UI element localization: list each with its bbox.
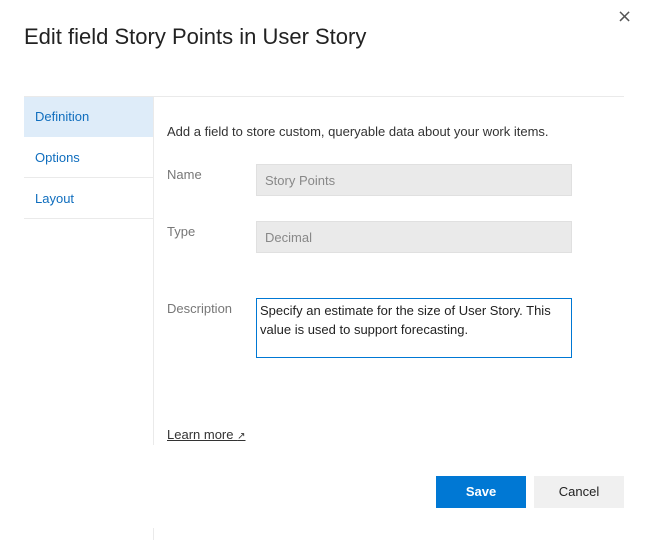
description-textarea[interactable]: Specify an estimate for the size of User… xyxy=(256,298,572,358)
save-button[interactable]: Save xyxy=(436,476,526,508)
name-field[interactable]: Story Points xyxy=(256,164,572,196)
learn-more-link[interactable]: Learn more ↗ xyxy=(167,427,246,442)
nav-item-options[interactable]: Options xyxy=(24,138,153,178)
intro-text: Add a field to store custom, queryable d… xyxy=(167,124,549,139)
nav-item-definition[interactable]: Definition xyxy=(24,97,153,137)
name-label: Name xyxy=(167,167,202,182)
divider xyxy=(153,97,154,445)
cancel-button[interactable]: Cancel xyxy=(534,476,624,508)
external-link-icon: ↗ xyxy=(237,431,246,442)
close-icon[interactable]: × xyxy=(617,6,632,27)
description-label: Description xyxy=(167,301,233,316)
divider xyxy=(153,528,154,540)
learn-more-text: Learn more xyxy=(167,427,234,442)
type-label: Type xyxy=(167,224,196,239)
nav-item-layout[interactable]: Layout xyxy=(24,179,153,219)
dialog-title: Edit field Story Points in User Story xyxy=(24,24,367,49)
type-field[interactable]: Decimal xyxy=(256,221,572,253)
